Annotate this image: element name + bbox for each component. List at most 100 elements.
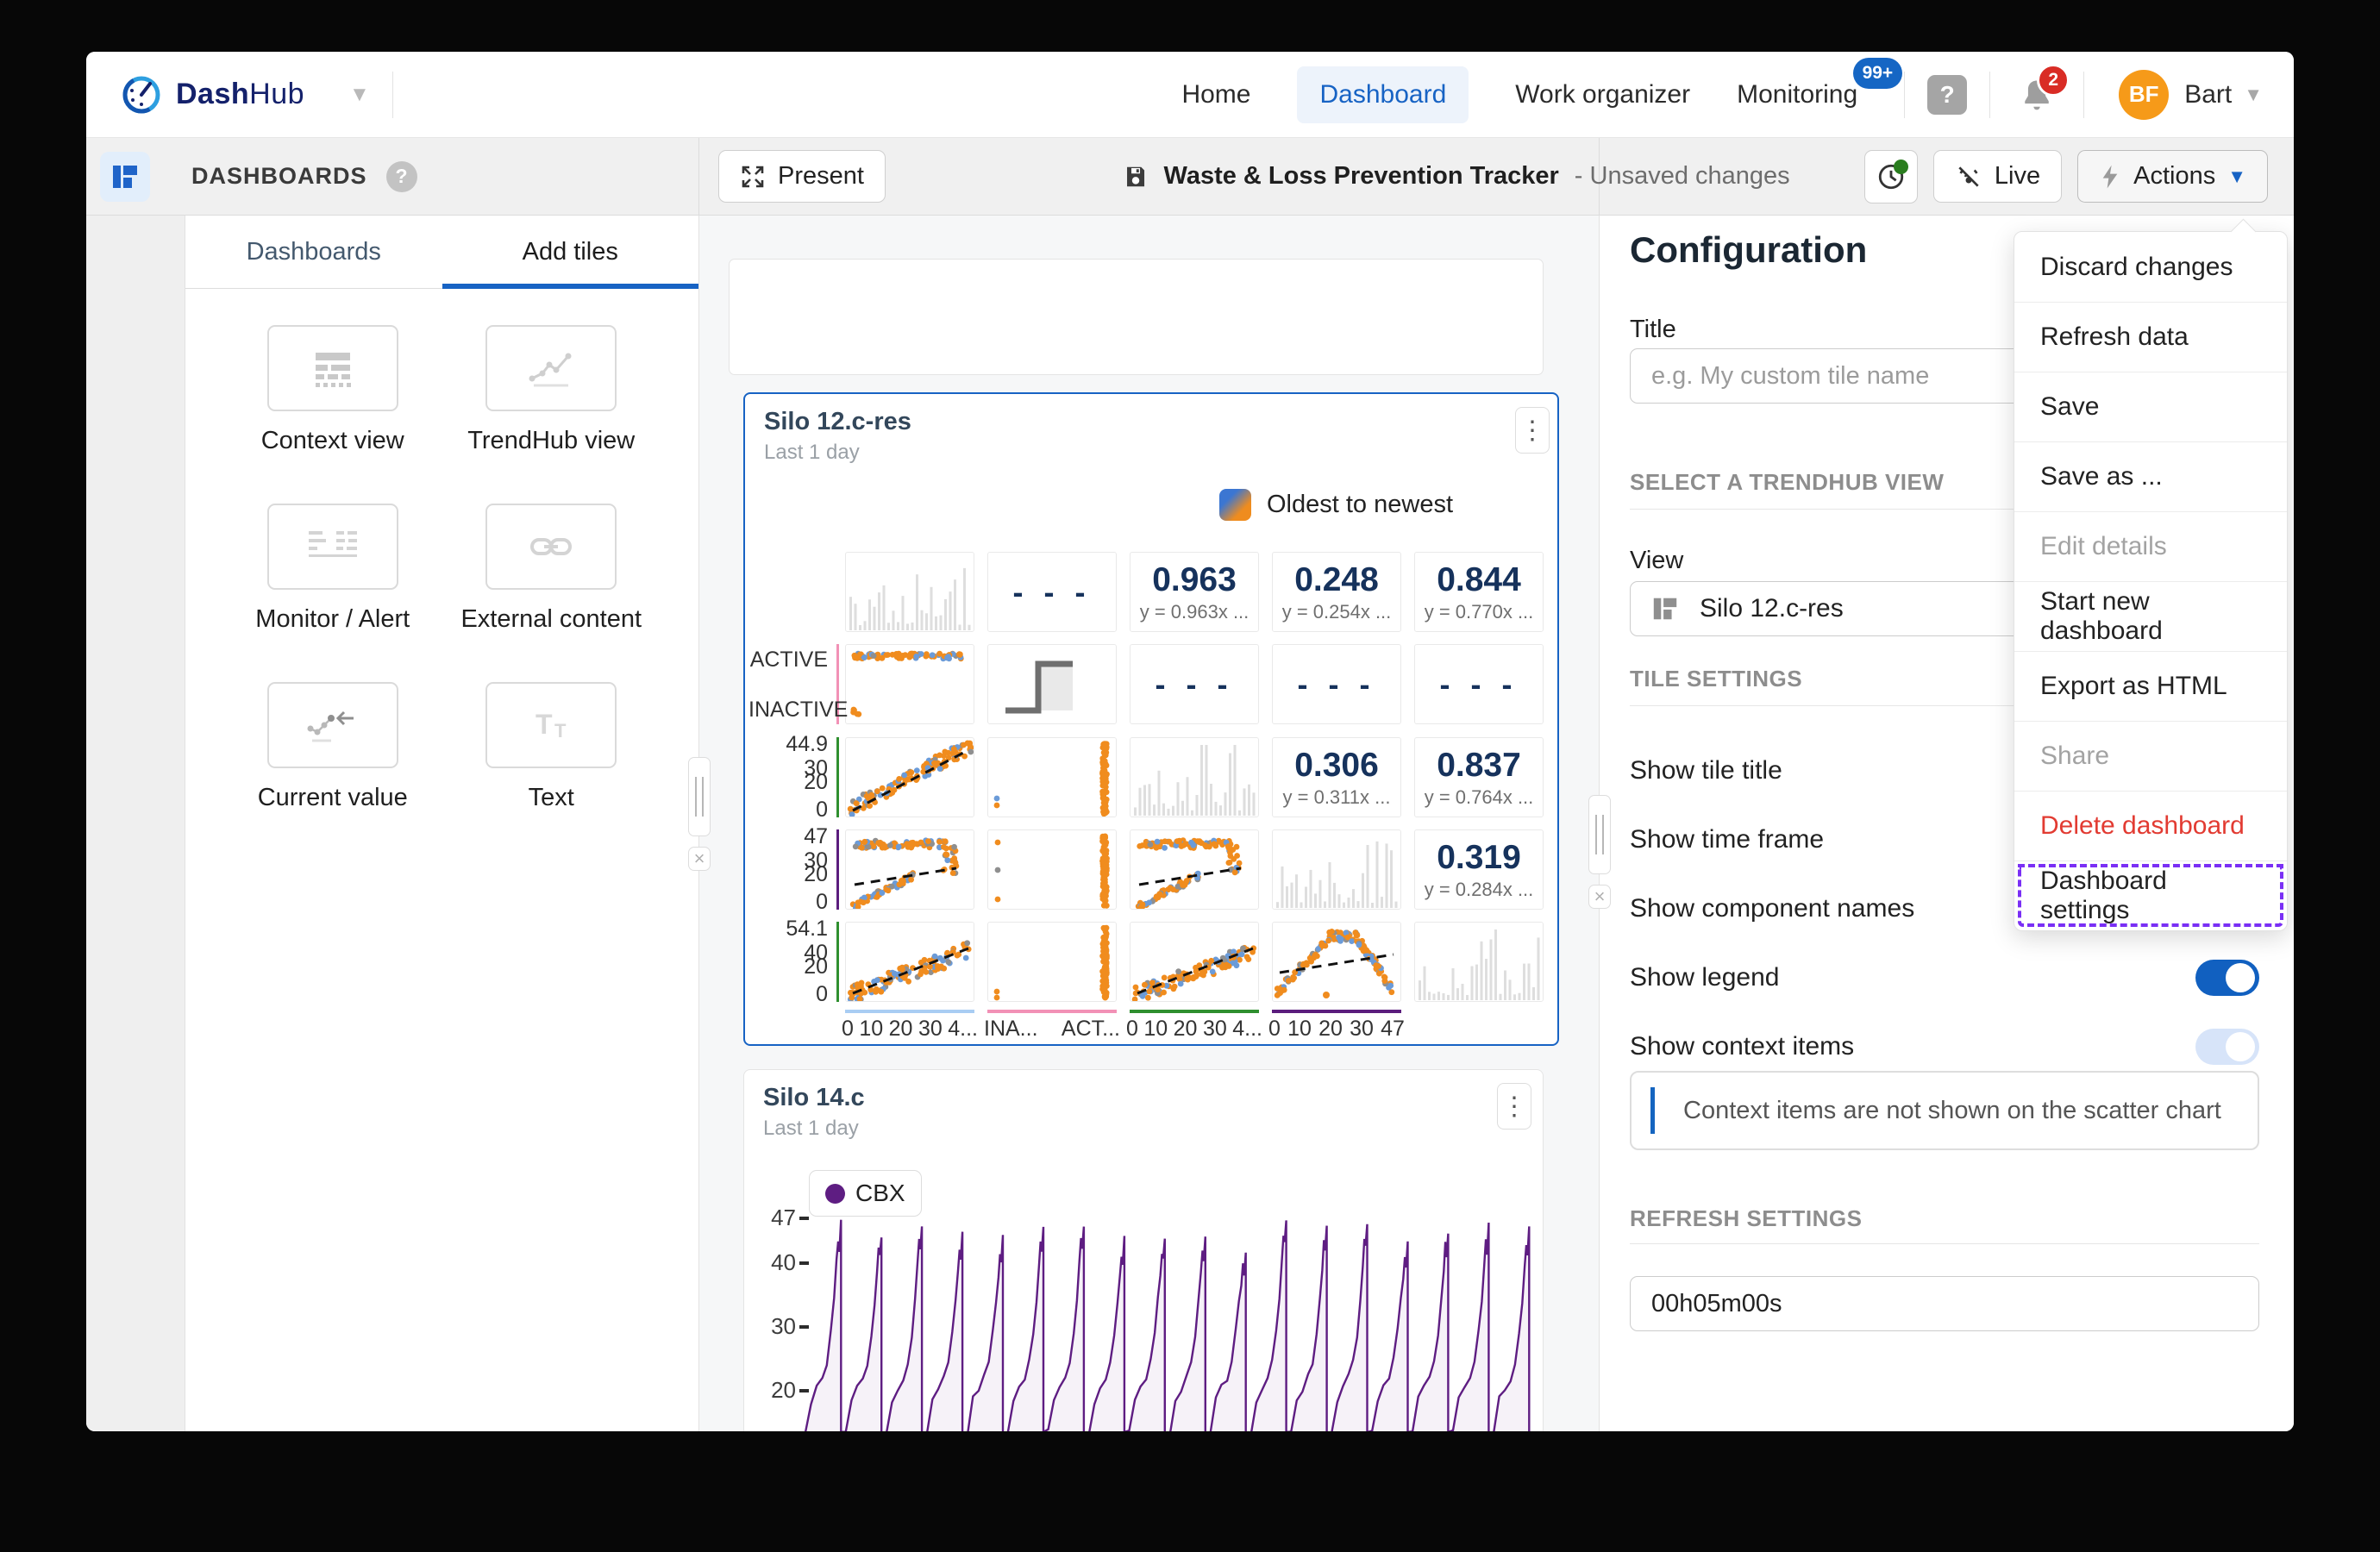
section-tile-settings: TILE SETTINGS bbox=[1630, 666, 1802, 692]
nav-item-monitoring[interactable]: Monitoring99+ bbox=[1737, 80, 1857, 110]
refresh-interval-input[interactable] bbox=[1630, 1276, 2259, 1331]
toolbar-left: DASHBOARDS ? bbox=[86, 138, 699, 215]
line-y-tick-mark bbox=[799, 1217, 809, 1220]
nav-links: Home Dashboard Work organizer Monitoring99+ bbox=[1181, 66, 1857, 123]
nav-item-dashboard[interactable]: Dashboard bbox=[1297, 66, 1469, 123]
line-y-tick-mark bbox=[799, 1325, 809, 1329]
time-settings-button[interactable] bbox=[1864, 150, 1918, 203]
brand-caret-icon[interactable]: ▼ bbox=[349, 83, 370, 107]
divider bbox=[1630, 1243, 2259, 1244]
splom-y-axis bbox=[836, 829, 839, 910]
line-y-tick: 20 bbox=[756, 1377, 796, 1404]
current-value-icon bbox=[302, 703, 364, 748]
panel-title: DASHBOARDS bbox=[191, 163, 367, 190]
user-menu-caret-icon[interactable]: ▼ bbox=[2244, 84, 2263, 106]
brand-logo[interactable]: DashHub bbox=[121, 74, 304, 116]
menu-item-start-new-dashboard[interactable]: Start new dashboard bbox=[2014, 581, 2287, 651]
section-refresh-settings: REFRESH SETTINGS bbox=[1630, 1205, 1862, 1232]
dashboard-canvas[interactable]: Silo 12.c-res Last 1 day ⋮ Oldest to new… bbox=[699, 216, 1600, 1431]
actions-button[interactable]: Actions ▼ bbox=[2077, 150, 2268, 203]
splom-y-axis bbox=[836, 737, 839, 817]
splom-y-tick: 20 bbox=[748, 770, 828, 795]
toggle-show-legend[interactable] bbox=[2195, 960, 2259, 996]
splom-y-tick: 47 bbox=[748, 824, 828, 849]
nav-divider bbox=[392, 72, 393, 118]
toggle-show-context-items[interactable] bbox=[2195, 1029, 2259, 1065]
splom-cell-r5c4 bbox=[1272, 922, 1401, 1002]
splom-cell-r4c4 bbox=[1272, 829, 1401, 910]
notifications-button[interactable]: 2 bbox=[2018, 76, 2056, 114]
tile-option-current-value[interactable]: Current value bbox=[223, 682, 442, 812]
splom-y-tick: 20 bbox=[748, 954, 828, 979]
tile-timeframe: Last 1 day bbox=[763, 1117, 859, 1141]
setting-row-show-legend: Show legend bbox=[1630, 950, 2259, 1005]
empty-tile[interactable] bbox=[729, 259, 1544, 375]
tile-title: Silo 14.c bbox=[763, 1084, 865, 1112]
menu-item-delete-dashboard[interactable]: Delete dashboard bbox=[2014, 791, 2287, 860]
config-resize-handle[interactable] bbox=[1588, 795, 1611, 874]
toolbar-middle: Present Waste & Loss Prevention Tracker … bbox=[699, 138, 1600, 215]
splom-cell-r5c1 bbox=[845, 922, 974, 1002]
live-button[interactable]: Live bbox=[1933, 150, 2062, 203]
menu-item-discard-changes[interactable]: Discard changes bbox=[2014, 232, 2287, 302]
document-title-group: Waste & Loss Prevention Tracker - Unsave… bbox=[1123, 162, 1790, 191]
tile-option-text[interactable]: TTText bbox=[442, 682, 661, 812]
user-name[interactable]: Bart bbox=[2184, 80, 2232, 110]
splom-cell-r4c1 bbox=[845, 829, 974, 910]
correlation-formula: y = 0.311x ... bbox=[1283, 786, 1391, 809]
nav-item-home[interactable]: Home bbox=[1181, 80, 1250, 110]
nav-item-work-organizer[interactable]: Work organizer bbox=[1515, 80, 1690, 110]
correlation-formula: y = 0.764x ... bbox=[1425, 786, 1534, 809]
tile-option-external-content[interactable]: External content bbox=[442, 504, 661, 634]
tile-menu-button[interactable]: ⋮ bbox=[1497, 1083, 1531, 1130]
context-info-box: Context items are not shown on the scatt… bbox=[1630, 1071, 2259, 1150]
sidebar-collapse-button[interactable]: × bbox=[688, 847, 711, 871]
menu-item-refresh-data[interactable]: Refresh data bbox=[2014, 302, 2287, 372]
menu-item-export-as-html[interactable]: Export as HTML bbox=[2014, 651, 2287, 721]
line-y-tick: 40 bbox=[756, 1249, 796, 1276]
splom-cell-r3c2 bbox=[987, 737, 1117, 817]
top-nav: DashHub ▼ Home Dashboard Work organizer Mon… bbox=[86, 52, 2294, 138]
notification-badge: 2 bbox=[2037, 64, 2070, 97]
menu-item-save[interactable]: Save bbox=[2014, 372, 2287, 441]
splom-cell-r2c1 bbox=[845, 644, 974, 724]
tile-silo-14[interactable]: Silo 14.c Last 1 day ⋮ CBX 47403020 bbox=[743, 1069, 1544, 1431]
tile-silo-12[interactable]: Silo 12.c-res Last 1 day ⋮ Oldest to new… bbox=[743, 392, 1559, 1046]
tile-option-trendhub-view[interactable]: TrendHub view bbox=[442, 325, 661, 455]
correlation-formula: y = 0.770x ... bbox=[1425, 601, 1534, 623]
menu-item-share[interactable]: Share bbox=[2014, 721, 2287, 791]
splom-x-axis bbox=[1272, 1010, 1401, 1013]
help-icon[interactable]: ? bbox=[1927, 75, 1967, 115]
splom-y-tick: 0 bbox=[748, 798, 828, 823]
document-status: - Unsaved changes bbox=[1575, 162, 1790, 191]
nav-divider bbox=[1904, 72, 1905, 118]
avatar[interactable]: BF bbox=[2119, 70, 2169, 120]
splom-x-ticks: 010203047 bbox=[1268, 1017, 1405, 1042]
tab-add-tiles[interactable]: Add tiles bbox=[442, 216, 699, 288]
no-data-dashes: - - - bbox=[1415, 645, 1543, 723]
tab-dashboards[interactable]: Dashboards bbox=[185, 216, 442, 288]
panel-help-icon[interactable]: ? bbox=[386, 161, 417, 192]
dashboards-rail-button[interactable] bbox=[100, 152, 150, 202]
present-button[interactable]: Present bbox=[718, 150, 886, 203]
sidebar-panel: DashboardsAdd tiles Context viewTrendHub… bbox=[185, 216, 699, 1431]
no-data-dashes: - - - bbox=[1130, 645, 1258, 723]
splom-cell-r3c1 bbox=[845, 737, 974, 817]
splom-x-ticks: INA...ACT... bbox=[984, 1017, 1120, 1042]
menu-item-dashboard-settings[interactable]: Dashboard settings bbox=[2014, 860, 2287, 930]
actions-caret-icon: ▼ bbox=[2227, 166, 2246, 188]
tile-option-context-view[interactable]: Context view bbox=[223, 325, 442, 455]
menu-item-edit-details[interactable]: Edit details bbox=[2014, 511, 2287, 581]
tile-option-label: Monitor / Alert bbox=[255, 605, 410, 634]
scatter-matrix: - - -0.963y = 0.963x ...0.248y = 0.254x … bbox=[745, 394, 1557, 1044]
title-label: Title bbox=[1630, 316, 1676, 344]
splom-y-tick: 54.1 bbox=[748, 917, 828, 942]
sidebar-resize-handle[interactable] bbox=[688, 757, 711, 836]
no-data-dashes: - - - bbox=[988, 553, 1116, 631]
splom-x-axis bbox=[1130, 1010, 1259, 1013]
splom-cell-r5c2 bbox=[987, 922, 1117, 1002]
config-collapse-button[interactable]: × bbox=[1588, 885, 1611, 909]
section-select-view: SELECT A TRENDHUB VIEW bbox=[1630, 469, 1944, 496]
tile-option-monitor-alert[interactable]: Monitor / Alert bbox=[223, 504, 442, 634]
menu-item-save-as-[interactable]: Save as ... bbox=[2014, 441, 2287, 511]
